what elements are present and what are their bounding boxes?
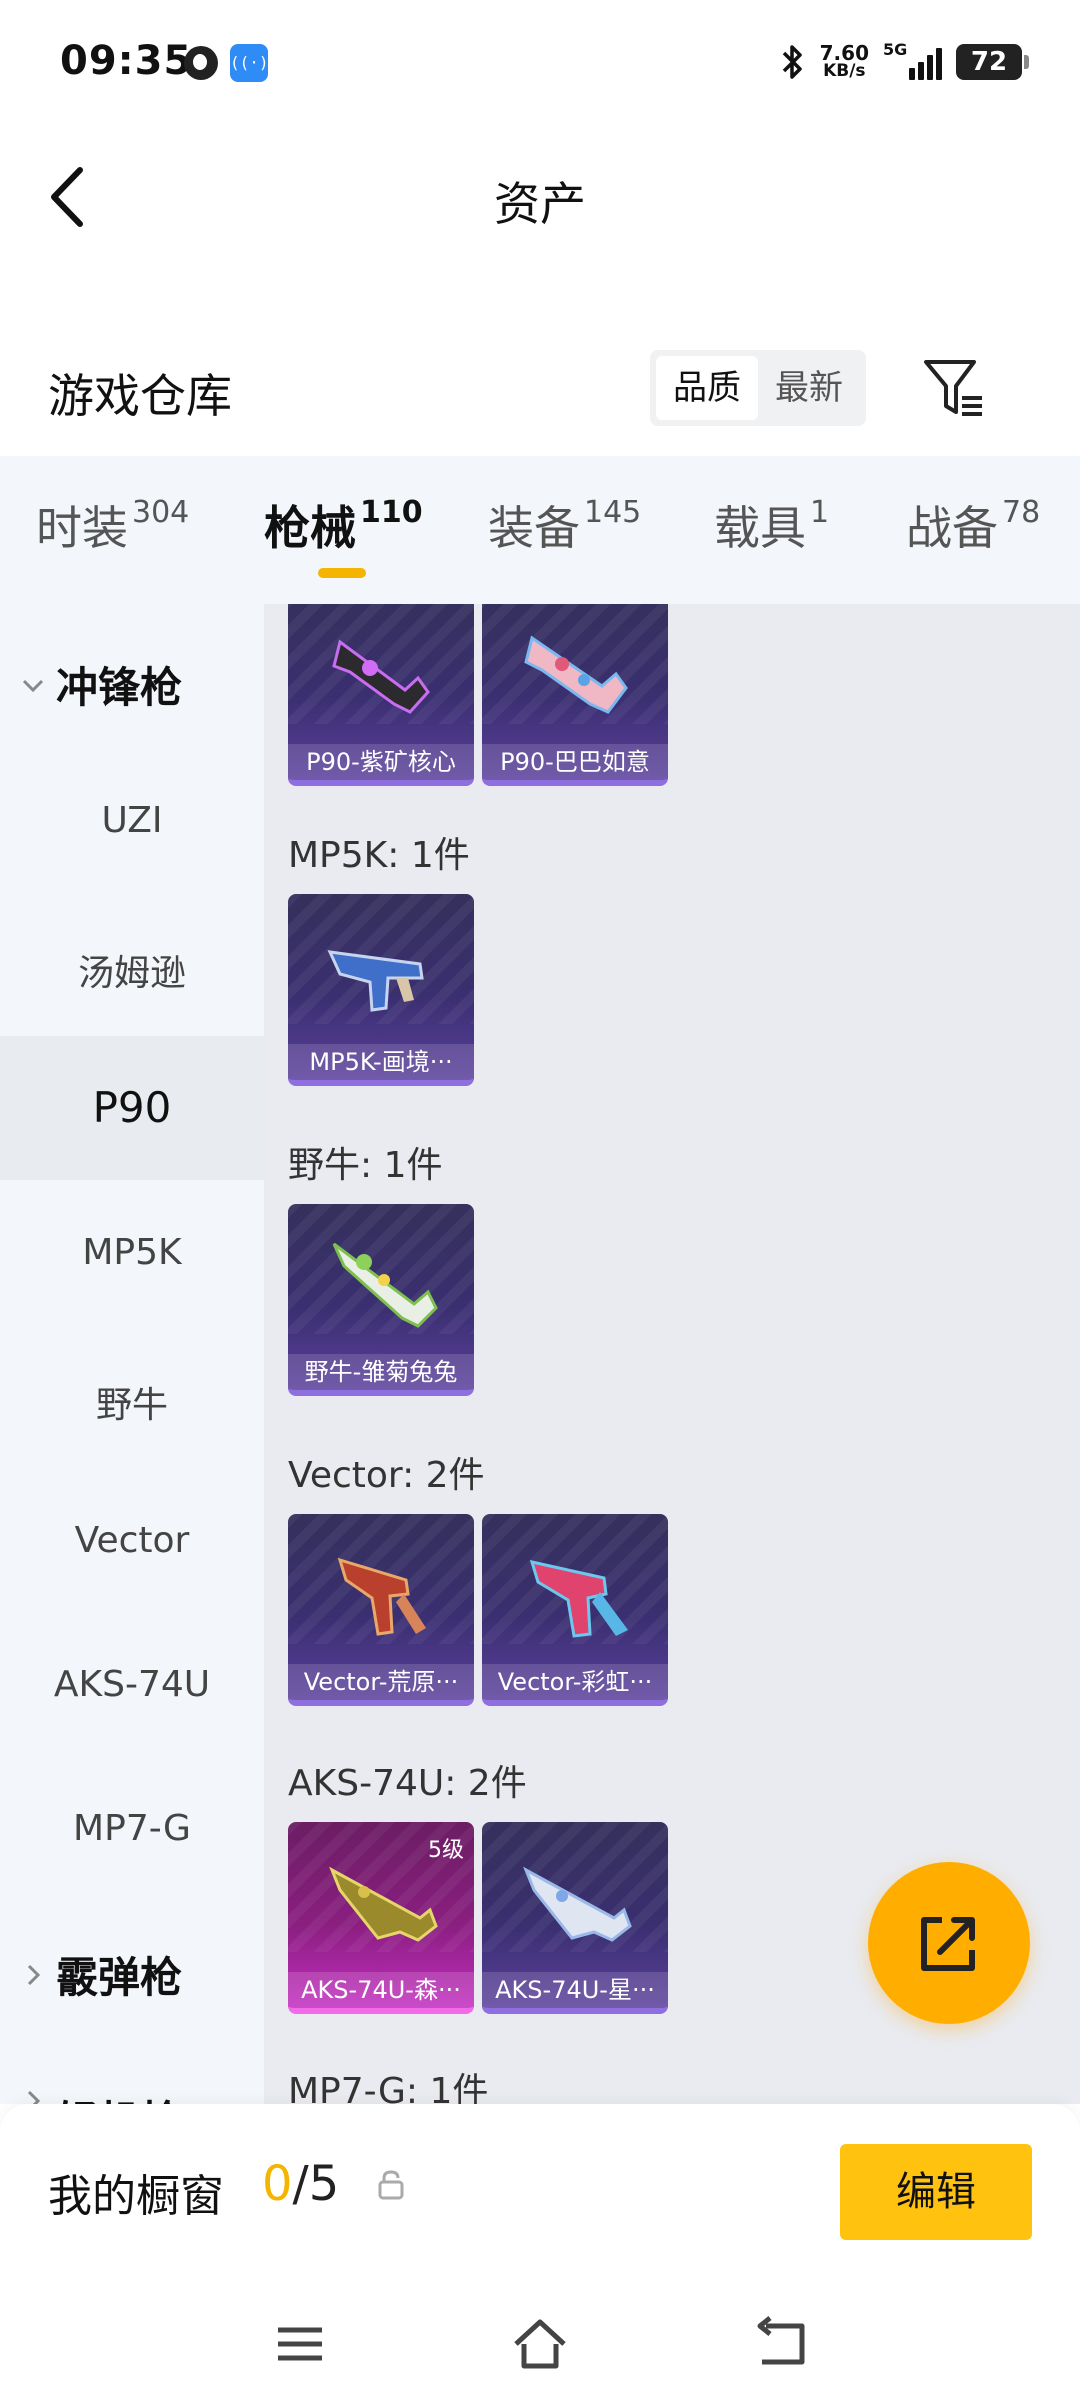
tab-supplies-label: 战备 bbox=[906, 501, 998, 555]
category-tabs: 时装 304 枪械 110 装备 145 载具 1 战备 78 bbox=[0, 456, 1080, 604]
mp5k-skin-image bbox=[327, 950, 424, 1012]
network-speed-value: 7.60 bbox=[819, 41, 869, 65]
aks74u-skin-image bbox=[523, 1866, 632, 1942]
tab-supplies-count: 78 bbox=[1002, 494, 1041, 530]
sort-quality-button[interactable]: 品质 bbox=[656, 356, 758, 420]
menu-icon[interactable] bbox=[270, 2314, 330, 2374]
warehouse-title: 游戏仓库 bbox=[48, 369, 232, 423]
sidebar-group-shotgun-label: 霰弹枪 bbox=[56, 1953, 183, 2002]
group-label-bison: 野牛: 1件 bbox=[288, 1145, 443, 1186]
weapon-card-mp5k[interactable]: MP5K-画境··· bbox=[288, 894, 474, 1086]
home-icon[interactable] bbox=[510, 2314, 570, 2374]
tab-firearms-count: 110 bbox=[360, 494, 423, 530]
sidebar-item-thompson[interactable]: 汤姆逊 bbox=[0, 944, 264, 996]
weapon-card-name: AKS-74U-星··· bbox=[482, 1972, 668, 2008]
share-icon bbox=[921, 1917, 975, 1971]
network-speed: 7.60 KB/s bbox=[819, 41, 869, 81]
sidebar-item-mp7g[interactable]: MP7-G bbox=[0, 1808, 264, 1849]
tab-fashion[interactable]: 时装 304 bbox=[36, 492, 189, 558]
warehouse-header: 游戏仓库 品质 最新 bbox=[0, 330, 1080, 450]
weapon-card-name: AKS-74U-森··· bbox=[288, 1972, 474, 2008]
filter-icon[interactable] bbox=[920, 354, 986, 420]
p90-skin-image bbox=[524, 635, 628, 714]
status-time: 09:35 bbox=[60, 38, 193, 84]
showcase-title: 我的橱窗 bbox=[48, 2171, 224, 2222]
group-label-mp7g: MP7-G: 1件 bbox=[288, 2071, 489, 2104]
sidebar-item-mp5k[interactable]: MP5K bbox=[0, 1232, 264, 1273]
tab-vehicles-label: 载具 bbox=[714, 501, 806, 555]
notification-icon bbox=[184, 46, 218, 80]
group-label-aks74u: AKS-74U: 2件 bbox=[288, 1763, 527, 1804]
vector-skin-image bbox=[337, 1557, 426, 1636]
vector-skin-image bbox=[529, 1559, 628, 1638]
tab-equipment-label: 装备 bbox=[488, 501, 580, 555]
showcase-count: 0/5 bbox=[262, 2156, 339, 2212]
tab-vehicles[interactable]: 载具 1 bbox=[714, 492, 829, 558]
sort-newest-button[interactable]: 最新 bbox=[758, 356, 860, 420]
tab-supplies[interactable]: 战备 78 bbox=[906, 492, 1040, 558]
group-label-mp5k: MP5K: 1件 bbox=[288, 835, 470, 876]
sidebar-item-p90[interactable]: P90 bbox=[0, 1036, 264, 1180]
tab-equipment-count: 145 bbox=[584, 494, 642, 530]
hotspot-icon: ((·)) bbox=[230, 44, 278, 82]
battery-icon: 72 bbox=[956, 44, 1029, 80]
weapon-card-p90-2[interactable]: P90-巴巴如意 bbox=[482, 604, 668, 786]
weapon-card-vector-1[interactable]: Vector-荒原··· bbox=[288, 1514, 474, 1706]
chevron-right-icon bbox=[27, 1964, 41, 1985]
weapon-card-name: P90-紫矿核心 bbox=[288, 744, 474, 780]
tab-vehicles-count: 1 bbox=[810, 494, 830, 530]
showcase-bar: 我的橱窗 0/5 编辑 bbox=[0, 2104, 1080, 2294]
lock-icon bbox=[378, 2170, 404, 2200]
weapon-card-name: 野牛-雏菊兔兔 bbox=[288, 1354, 474, 1390]
network-speed-unit: KB/s bbox=[823, 61, 866, 81]
system-nav-bar bbox=[0, 2294, 1080, 2400]
weapon-card-name: Vector-彩虹··· bbox=[482, 1664, 668, 1700]
weapon-type-sidebar: 冲锋枪 UZI 汤姆逊 P90 MP5K 野牛 Vector AKS-74U M… bbox=[0, 604, 264, 2108]
sidebar-item-aks74u[interactable]: AKS-74U bbox=[0, 1664, 264, 1705]
tab-fashion-count: 304 bbox=[132, 494, 190, 530]
edit-button[interactable]: 编辑 bbox=[840, 2144, 1032, 2240]
showcase-current: 0 bbox=[262, 2156, 293, 2212]
weapon-card-name: Vector-荒原··· bbox=[288, 1664, 474, 1700]
weapon-card-bison[interactable]: 野牛-雏菊兔兔 bbox=[288, 1204, 474, 1396]
active-tab-indicator bbox=[318, 568, 366, 578]
sort-toggle: 品质 最新 bbox=[650, 350, 866, 426]
page-title: 资产 bbox=[494, 177, 586, 231]
weapon-card-aks74u-1[interactable]: 5级 AKS-74U-森··· bbox=[288, 1822, 474, 2014]
sidebar-group-shotgun[interactable]: 霰弹枪 bbox=[20, 1944, 182, 2005]
tab-firearms-label: 枪械 bbox=[264, 501, 356, 555]
share-button[interactable] bbox=[868, 1862, 1030, 2024]
p90-skin-image bbox=[332, 639, 430, 714]
back-nav-icon[interactable] bbox=[752, 2314, 812, 2374]
sidebar-group-smg[interactable]: 冲锋枪 bbox=[20, 654, 182, 715]
weapon-card-name: P90-巴巴如意 bbox=[482, 744, 668, 780]
weapon-card-aks74u-2[interactable]: AKS-74U-星··· bbox=[482, 1822, 668, 2014]
sidebar-group-smg-label: 冲锋枪 bbox=[56, 663, 183, 712]
chevron-down-icon bbox=[22, 679, 44, 692]
bluetooth-icon bbox=[780, 42, 806, 82]
tab-fashion-label: 时装 bbox=[36, 501, 128, 555]
bison-skin-image bbox=[332, 1242, 438, 1328]
showcase-max: /5 bbox=[292, 2156, 340, 2212]
header: 资产 bbox=[0, 128, 1080, 268]
status-bar: 09:35 ((·)) 7.60 KB/s 5G 72 bbox=[0, 0, 1080, 128]
aks74u-skin-image bbox=[329, 1866, 438, 1942]
weapon-card-vector-2[interactable]: Vector-彩虹··· bbox=[482, 1514, 668, 1706]
network-type: 5G bbox=[883, 40, 908, 59]
weapon-card-name: MP5K-画境··· bbox=[288, 1044, 474, 1080]
tab-firearms[interactable]: 枪械 110 bbox=[264, 492, 423, 558]
tab-equipment[interactable]: 装备 145 bbox=[488, 492, 641, 558]
sidebar-item-vector[interactable]: Vector bbox=[0, 1520, 264, 1561]
group-label-vector: Vector: 2件 bbox=[288, 1455, 485, 1496]
sidebar-item-bison[interactable]: 野牛 bbox=[0, 1376, 264, 1428]
sidebar-item-uzi[interactable]: UZI bbox=[0, 800, 264, 841]
signal-icon: 5G bbox=[883, 40, 942, 80]
status-right: 7.60 KB/s 5G 72 bbox=[780, 40, 1029, 84]
weapon-card-p90-1[interactable]: P90-紫矿核心 bbox=[288, 604, 474, 786]
